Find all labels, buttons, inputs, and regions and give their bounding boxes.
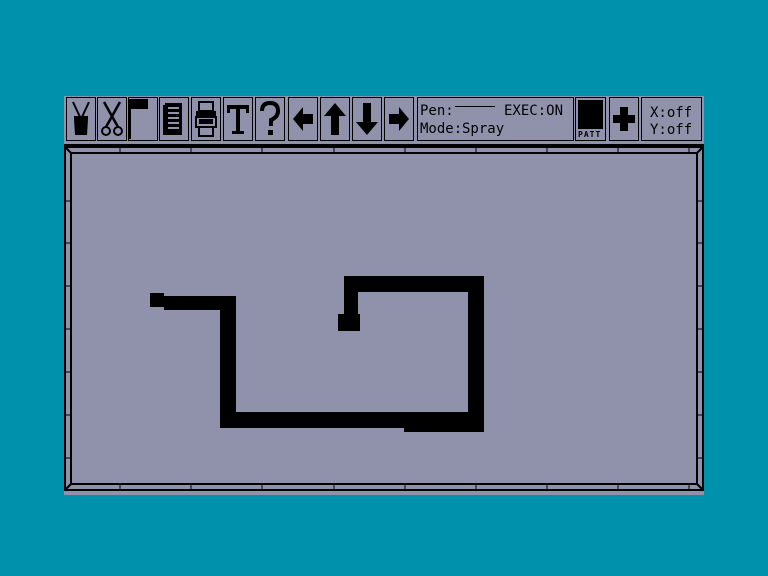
text-icon [225, 99, 251, 139]
arrow-right-icon [386, 99, 412, 139]
plus-icon [611, 99, 637, 139]
x-coordinate: X:off [650, 105, 693, 121]
paint-tool-button[interactable] [66, 97, 96, 141]
arrow-down-icon [354, 99, 380, 139]
add-button[interactable] [609, 97, 639, 141]
arrow-left-icon [290, 99, 316, 139]
pattern-button[interactable]: PATT [575, 97, 606, 141]
pattern-swatch [578, 100, 603, 129]
document-tool-button[interactable] [159, 97, 189, 141]
help-tool-button[interactable] [255, 97, 285, 141]
drawn-path [150, 276, 484, 432]
scroll-right-button[interactable] [384, 97, 414, 141]
printer-tool-button[interactable] [191, 97, 221, 141]
printer-icon [193, 99, 219, 139]
toolbar: Pen: EXEC:ON Mode: Spray PATT X:off Y:of… [64, 96, 704, 146]
arrow-up-icon [322, 99, 348, 139]
pattern-label: PATT [578, 130, 602, 139]
flag-tool-button[interactable] [128, 97, 158, 141]
mode-label: Mode: [420, 121, 463, 137]
text-tool-button[interactable] [223, 97, 253, 141]
document-icon [161, 99, 187, 139]
question-mark-icon [257, 99, 283, 139]
scroll-up-button[interactable] [320, 97, 350, 141]
flag-icon [129, 98, 157, 140]
path-end-marker [338, 314, 360, 331]
scroll-down-button[interactable] [352, 97, 382, 141]
drawing-canvas[interactable] [64, 146, 704, 495]
mode-value: Spray [462, 121, 505, 137]
exec-status: EXEC:ON [504, 103, 564, 119]
paint-app-window: Pen: EXEC:ON Mode: Spray PATT X:off Y:of… [64, 96, 704, 495]
path-start-marker [150, 293, 164, 307]
scissors-icon [99, 99, 125, 139]
pen-width-indicator [455, 106, 495, 107]
paint-bucket-icon [68, 99, 94, 139]
status-panel: Pen: EXEC:ON Mode: Spray [417, 97, 574, 141]
cut-tool-button[interactable] [97, 97, 127, 141]
y-coordinate: Y:off [650, 122, 693, 138]
coordinate-panel: X:off Y:off [641, 97, 702, 141]
scroll-left-button[interactable] [288, 97, 318, 141]
pen-label: Pen: [420, 103, 454, 119]
